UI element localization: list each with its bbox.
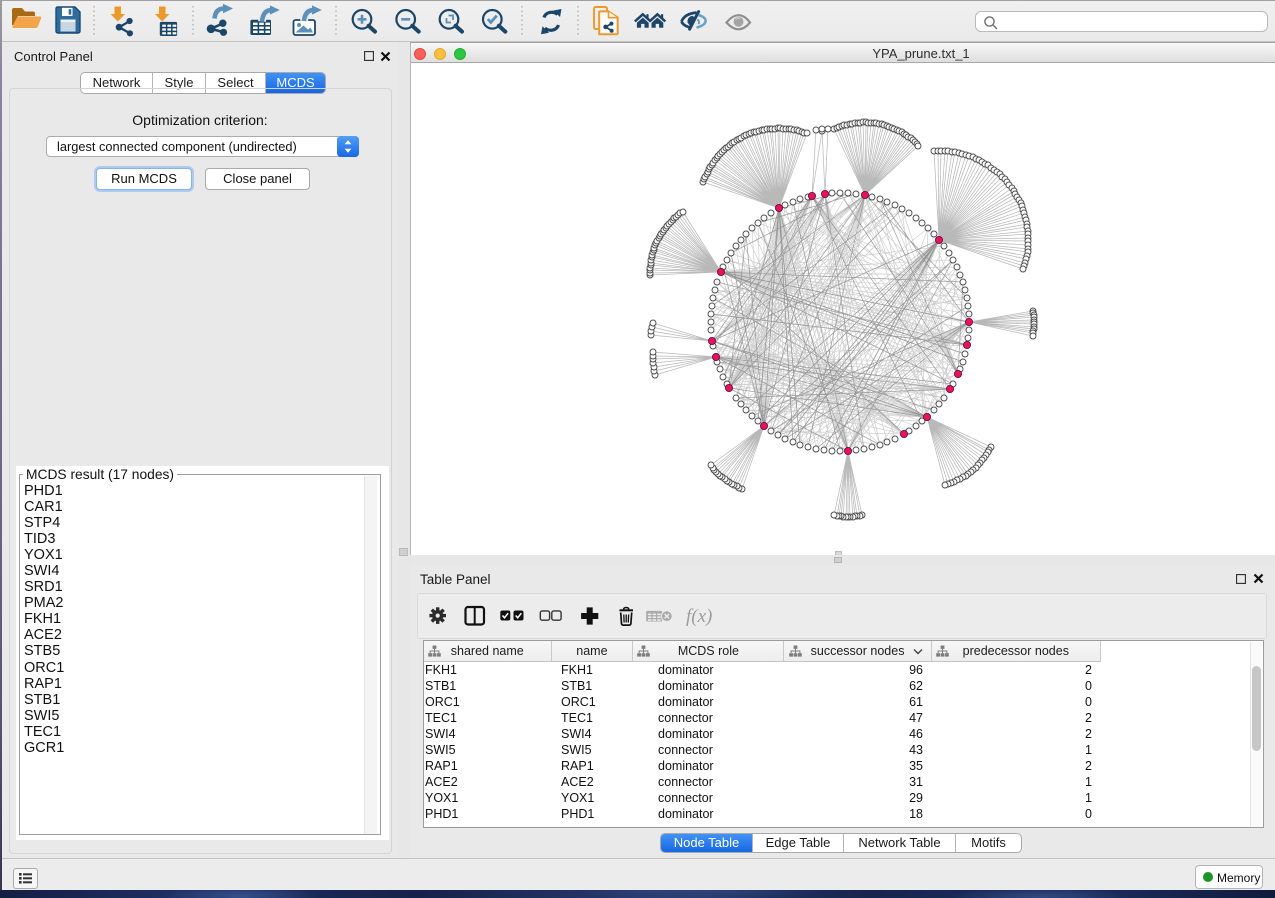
svg-text:f(x): f(x) <box>686 606 712 627</box>
